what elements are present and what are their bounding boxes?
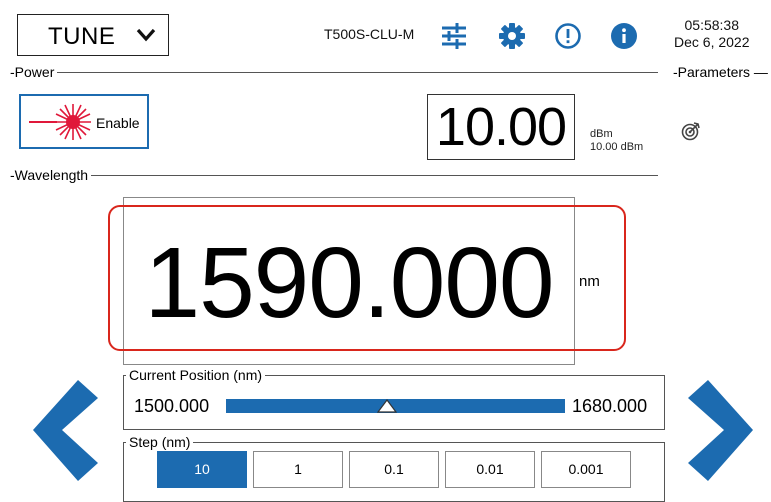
step-option-3[interactable]: 0.01	[445, 451, 535, 488]
target-icon[interactable]	[681, 121, 701, 141]
sliders-icon[interactable]	[440, 22, 468, 50]
enable-laser-button[interactable]: Enable	[19, 94, 149, 149]
step-option-2[interactable]: 0.1	[349, 451, 439, 488]
chevron-down-icon	[136, 28, 156, 42]
power-display[interactable]: 10.00	[427, 94, 575, 160]
power-unit-block: dBm 10.00 dBm	[590, 128, 643, 154]
position-max: 1680.000	[572, 396, 648, 416]
gear-icon[interactable]	[498, 22, 526, 50]
step-option-4[interactable]: 0.001	[541, 451, 631, 488]
current-position-label: Current Position (nm)	[126, 367, 266, 383]
mode-select[interactable]: TUNE	[17, 14, 169, 56]
step-option-0[interactable]: 10	[157, 451, 247, 488]
enable-label: Enable	[96, 115, 140, 131]
step-label: Step (nm)	[126, 434, 194, 450]
power-divider	[10, 72, 658, 73]
left-arrow-icon[interactable]	[30, 378, 100, 483]
position-slider-thumb[interactable]	[377, 399, 398, 413]
clock-time: 05:58:38	[684, 17, 740, 33]
position-min: 1500.000	[134, 396, 210, 416]
power-section-label: -Power	[10, 64, 58, 80]
device-name: T500S-CLU-M	[324, 26, 415, 42]
mode-label: TUNE	[48, 23, 116, 50]
laser-icon	[29, 104, 91, 140]
wavelength-label-text: Wavelength	[14, 167, 89, 183]
wavelength-divider	[10, 175, 658, 176]
wavelength-section-label: -Wavelength	[10, 167, 92, 183]
power-unit: dBm	[590, 128, 613, 140]
parameters-section-label: -Parameters —	[673, 64, 768, 80]
clock: 05:58:38 Dec 6, 2022	[674, 17, 750, 51]
right-arrow-icon[interactable]	[686, 378, 756, 483]
power-reading: 10.00 dBm	[590, 141, 644, 153]
alert-icon[interactable]	[554, 22, 582, 50]
info-icon[interactable]	[610, 22, 638, 50]
power-label-text: Power	[14, 64, 55, 80]
power-value: 10.00	[435, 97, 567, 157]
step-option-1[interactable]: 1	[253, 451, 343, 488]
parameters-label-text: Parameters	[677, 64, 751, 80]
highlight-box	[108, 205, 626, 351]
clock-date: Dec 6, 2022	[674, 34, 750, 50]
